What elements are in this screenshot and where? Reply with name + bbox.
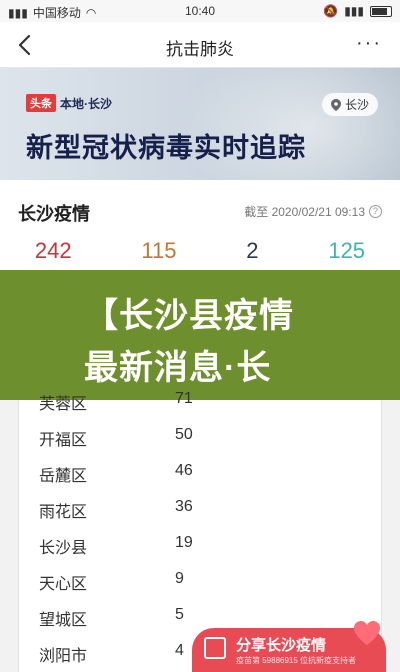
district-count: 19: [175, 534, 193, 551]
stats-panel: 长沙疫情 截至 2020/02/21 09:13 ? 242 115 2 125: [0, 180, 400, 270]
nav-bar: 抗击肺炎 ···: [0, 22, 400, 68]
share-subtext: 疫苗第 59886915 位抗新疫支持者: [236, 656, 357, 665]
list-item[interactable]: 岳麓区 46: [19, 462, 383, 498]
district-count: 50: [175, 426, 193, 443]
toutiao-tag: 头条: [26, 94, 56, 112]
status-right: 🔕 ▮▮▮: [323, 4, 392, 18]
list-item[interactable]: 芙蓉区 71: [19, 390, 383, 426]
list-item[interactable]: 天心区 9: [19, 570, 383, 606]
district-count: 36: [175, 498, 193, 515]
district-name: 雨花区: [39, 504, 88, 521]
local-tag: 本地·长沙: [60, 96, 112, 111]
stat-number-2: 115: [141, 238, 177, 263]
list-item[interactable]: 雨花区 36: [19, 498, 383, 534]
headline-line-1: 【长沙县疫情: [84, 297, 294, 335]
as-of-timestamp: 截至 2020/02/21 09:13 ?: [244, 203, 382, 220]
more-options-icon[interactable]: ···: [356, 32, 382, 55]
status-bar: ▮▮▮ 中国移动 ◠ 10:40 🔕 ▮▮▮: [0, 0, 400, 22]
district-name: 开福区: [39, 432, 88, 449]
signal-icon-2: ▮▮▮: [344, 4, 364, 18]
district-name: 浏阳市: [39, 648, 88, 665]
header-banner[interactable]: 头条 本地·长沙 长沙 新型冠状病毒实时追踪: [0, 68, 400, 180]
stat-number-1: 242: [34, 238, 72, 263]
share-icon: [204, 637, 226, 659]
help-icon[interactable]: ?: [369, 205, 382, 218]
list-item[interactable]: 开福区 50: [19, 426, 383, 462]
district-name: 长沙县: [39, 540, 88, 557]
district-name: 芙蓉区: [39, 396, 88, 413]
district-count: 9: [175, 570, 184, 587]
heart-icon[interactable]: [352, 618, 382, 648]
mute-icon: 🔕: [323, 4, 339, 18]
district-name: 望城区: [39, 612, 88, 629]
location-pin-icon: [330, 98, 341, 111]
district-count: 46: [175, 462, 193, 479]
stat-number-4: 125: [328, 238, 366, 263]
banner-tag-row: 头条 本地·长沙: [26, 94, 112, 112]
battery-icon: [370, 5, 392, 17]
location-label: 长沙: [344, 98, 369, 112]
district-count: 5: [175, 606, 184, 623]
city-title: 长沙疫情: [18, 204, 90, 224]
page-title: 抗击肺炎: [166, 40, 234, 59]
location-pill[interactable]: 长沙: [321, 93, 378, 116]
district-count: 71: [175, 390, 193, 407]
as-of-text: 截至 2020/02/21 09:13: [244, 205, 365, 219]
district-count: 4: [175, 642, 184, 659]
headline-overlay: 【长沙县疫情 最新消息·长: [0, 270, 400, 400]
district-name: 天心区: [39, 576, 88, 593]
list-item[interactable]: 长沙县 19: [19, 534, 383, 570]
headline-line-2: 最新消息·长: [84, 349, 272, 387]
stats-numbers: 242 115 2 125: [0, 238, 400, 264]
district-name: 岳麓区: [39, 468, 88, 485]
banner-title: 新型冠状病毒实时追踪: [26, 133, 306, 163]
stat-number-3: 2: [246, 238, 259, 263]
share-label: 分享长沙疫情: [236, 637, 327, 654]
